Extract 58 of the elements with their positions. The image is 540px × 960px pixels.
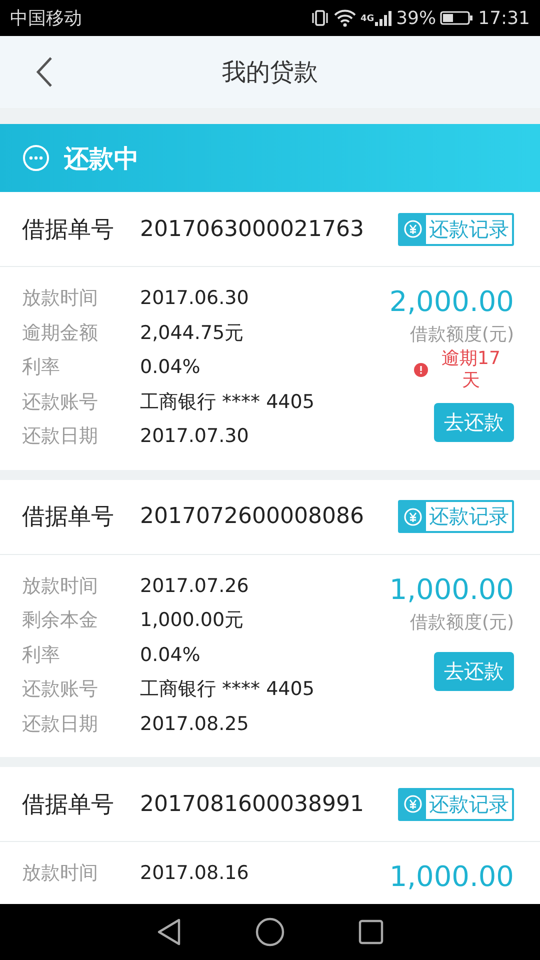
field-label: 利率 <box>22 642 61 668</box>
field-label: 放款时间 <box>22 574 99 599</box>
battery-percent: 39% <box>396 8 436 28</box>
loan-amount: 1,000.00 <box>389 572 514 606</box>
field-value: 2017.08.25 <box>140 712 249 735</box>
vibrate-icon <box>310 9 330 27</box>
back-icon[interactable] <box>156 918 182 946</box>
field-value: 1,000.00元 <box>140 608 244 634</box>
battery-icon <box>440 10 474 26</box>
field-value: 0.04% <box>140 644 200 666</box>
network-type: 4G <box>360 14 374 24</box>
field-value: 工商银行 **** 4405 <box>140 677 314 702</box>
home-icon[interactable] <box>254 917 285 947</box>
carrier-name: 中国移动 <box>10 7 82 30</box>
repayment-record-button[interactable]: 还款记录 <box>398 788 514 820</box>
page-title: 我的贷款 <box>222 57 318 88</box>
field-label: 放款时间 <box>22 861 99 886</box>
field-label: 借据单号 <box>22 790 115 820</box>
field-label: 剩余本金 <box>22 608 99 634</box>
recents-icon[interactable] <box>358 919 384 945</box>
repay-button[interactable]: 去还款 <box>434 652 514 690</box>
clock: 17:31 <box>478 8 530 28</box>
field-value: 2017.06.30 <box>140 287 249 310</box>
loan-amount: 1,000.00 <box>389 860 514 893</box>
field-label: 还款日期 <box>22 712 99 737</box>
alert-icon <box>414 362 428 377</box>
field-value: 工商银行 **** 4405 <box>140 390 314 415</box>
field-label: 还款账号 <box>22 390 99 415</box>
section-title: 还款中 <box>64 142 139 174</box>
back-icon[interactable] <box>34 56 54 88</box>
wifi-icon <box>334 9 356 27</box>
field-label: 借据单号 <box>22 216 115 244</box>
loan-number: 2017063000021763 <box>140 216 365 242</box>
field-label: 放款时间 <box>22 286 99 312</box>
repayment-record-button[interactable]: 还款记录 <box>398 212 514 246</box>
signal-icon <box>374 9 392 27</box>
coin-icon <box>403 794 423 814</box>
more-icon <box>22 144 50 172</box>
repay-button[interactable]: 去还款 <box>434 403 514 442</box>
field-value: 2,044.75元 <box>140 320 244 346</box>
field-value: 0.04% <box>140 356 200 378</box>
coin-icon <box>403 219 423 239</box>
field-value: 2017.07.30 <box>140 425 249 448</box>
overdue-notice: 逾期17天 <box>440 348 502 392</box>
field-label: 逾期金额 <box>22 320 99 346</box>
loan-number: 2017081600038991 <box>140 792 365 816</box>
field-value: 2017.08.16 <box>140 862 249 884</box>
loan-amount: 2,000.00 <box>389 285 514 318</box>
amount-caption: 借款额度(元) <box>410 610 514 634</box>
loan-number: 2017072600008086 <box>140 504 365 529</box>
field-label: 借据单号 <box>22 503 115 532</box>
coin-icon <box>403 506 423 526</box>
field-label: 还款日期 <box>22 424 99 450</box>
field-label: 利率 <box>22 355 61 380</box>
repayment-record-button[interactable]: 还款记录 <box>398 500 514 533</box>
field-value: 2017.07.26 <box>140 574 249 597</box>
field-label: 还款账号 <box>22 677 99 702</box>
amount-caption: 借款额度(元) <box>410 323 514 346</box>
